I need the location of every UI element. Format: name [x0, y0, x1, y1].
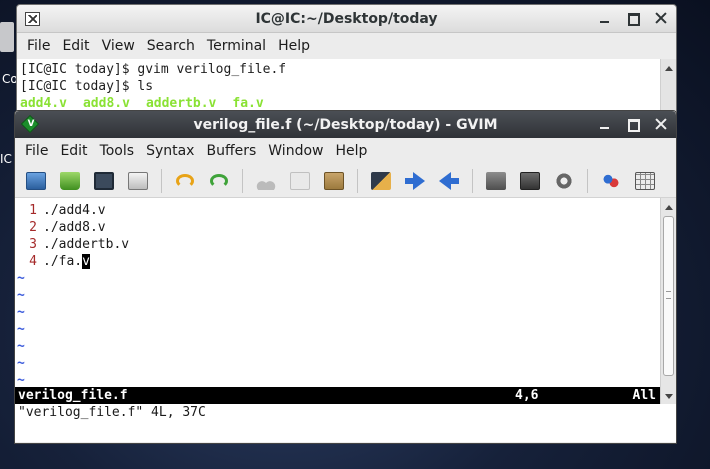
- table-icon[interactable]: [632, 168, 658, 194]
- gvim-menubar: File Edit Tools Syntax Buffers Window He…: [15, 138, 676, 164]
- line-text-before-cursor: ./fa.: [43, 254, 83, 269]
- scroll-down-icon[interactable]: [661, 389, 676, 403]
- line-number: 2: [29, 220, 37, 235]
- menu-file[interactable]: File: [21, 38, 56, 54]
- save-download-icon[interactable]: [57, 168, 83, 194]
- menu-buffers[interactable]: Buffers: [200, 143, 262, 159]
- empty-line-tilde: ~: [17, 339, 25, 354]
- status-filename: verilog_file.f: [18, 388, 128, 403]
- editor-area[interactable]: 1 ./add4.v 2 ./add8.v 3 ./addertb.v 4 ./…: [15, 198, 660, 388]
- gvim-scrollbar[interactable]: [660, 198, 676, 404]
- redo-icon[interactable]: [206, 168, 232, 194]
- close-icon[interactable]: [654, 11, 668, 25]
- menu-window[interactable]: Window: [262, 143, 329, 159]
- save-icon[interactable]: [91, 168, 117, 194]
- empty-line-tilde: ~: [17, 288, 25, 303]
- editor-line: 3 ./addertb.v: [15, 236, 660, 253]
- ls-file: add4.v: [20, 96, 67, 111]
- menu-help[interactable]: Help: [272, 38, 316, 54]
- menu-syntax[interactable]: Syntax: [140, 143, 200, 159]
- cut-icon[interactable]: [253, 168, 279, 194]
- gvim-titlebar[interactable]: verilog_file.f (~/Desktop/today) - GVIM: [15, 111, 676, 138]
- line-text: ./add8.v: [43, 220, 106, 235]
- scroll-up-icon[interactable]: [661, 200, 676, 214]
- forward-arrow-icon[interactable]: [402, 168, 428, 194]
- ls-file: addertb.v: [145, 96, 217, 111]
- ls-file: fa.v: [232, 96, 264, 111]
- status-scroll-indicator: All: [632, 388, 656, 403]
- minimize-icon[interactable]: [598, 117, 612, 131]
- status-cursor-position: 4,6: [515, 388, 539, 403]
- gvim-toolbar: [15, 164, 676, 198]
- terminal-menubar: File Edit View Search Terminal Help: [17, 33, 676, 59]
- close-icon[interactable]: [654, 117, 668, 131]
- terminal-line: [IC@IC today]$ ls: [20, 79, 154, 94]
- menu-edit[interactable]: Edit: [54, 143, 93, 159]
- menu-view[interactable]: View: [96, 38, 141, 54]
- menu-edit[interactable]: Edit: [56, 38, 95, 54]
- terminal-title: IC@IC:~/Desktop/today: [255, 11, 438, 27]
- menu-search[interactable]: Search: [141, 38, 201, 54]
- menu-help[interactable]: Help: [329, 143, 373, 159]
- tags-icon[interactable]: [598, 168, 624, 194]
- empty-line-tilde: ~: [17, 271, 25, 286]
- scroll-up-icon[interactable]: [661, 61, 676, 75]
- menu-file[interactable]: File: [19, 143, 54, 159]
- paste-icon[interactable]: [321, 168, 347, 194]
- empty-line-tilde: ~: [17, 322, 25, 337]
- menu-terminal[interactable]: Terminal: [201, 38, 272, 54]
- terminal-titlebar[interactable]: IC@IC:~/Desktop/today: [17, 5, 676, 33]
- ls-file: add8.v: [82, 96, 130, 111]
- editor-line: 1 ./add4.v: [15, 202, 660, 219]
- desktop-icon[interactable]: [0, 22, 14, 52]
- copy-icon[interactable]: [287, 168, 313, 194]
- empty-line-tilde: ~: [17, 356, 25, 371]
- session-save-icon[interactable]: [517, 168, 543, 194]
- print-icon[interactable]: [125, 168, 151, 194]
- gvim-title: verilog_file.f (~/Desktop/today) - GVIM: [193, 117, 498, 133]
- editor-line: 2 ./add8.v: [15, 219, 660, 236]
- terminal-line: [IC@IC today]$ gvim verilog_file.f: [20, 62, 287, 77]
- scrollbar-thumb[interactable]: [663, 216, 674, 376]
- line-number: 1: [29, 203, 37, 218]
- find-replace-icon[interactable]: [368, 168, 394, 194]
- maximize-icon[interactable]: [626, 11, 640, 26]
- line-text: ./fa.v: [43, 253, 90, 270]
- session-load-icon[interactable]: [483, 168, 509, 194]
- run-script-icon[interactable]: [551, 168, 577, 194]
- open-icon[interactable]: [23, 168, 49, 194]
- back-arrow-icon[interactable]: [436, 168, 462, 194]
- text-cursor: v: [82, 254, 90, 269]
- vim-message-line[interactable]: "verilog_file.f" 4L, 37C: [15, 404, 676, 442]
- gvim-window: verilog_file.f (~/Desktop/today) - GVIM …: [14, 110, 677, 444]
- maximize-icon[interactable]: [626, 117, 640, 132]
- line-text: ./add4.v: [43, 203, 106, 218]
- undo-icon[interactable]: [172, 168, 198, 194]
- desktop-icon-label-2: IC: [0, 152, 12, 166]
- line-number: 3: [29, 237, 37, 252]
- minimize-icon[interactable]: [598, 11, 612, 25]
- line-number: 4: [29, 254, 37, 269]
- editor-line: 4 ./fa.v: [15, 253, 660, 270]
- menu-tools[interactable]: Tools: [94, 143, 141, 159]
- empty-line-tilde: ~: [17, 305, 25, 320]
- vim-statusline: verilog_file.f 4,6 All: [15, 387, 660, 404]
- line-text: ./addertb.v: [43, 237, 130, 252]
